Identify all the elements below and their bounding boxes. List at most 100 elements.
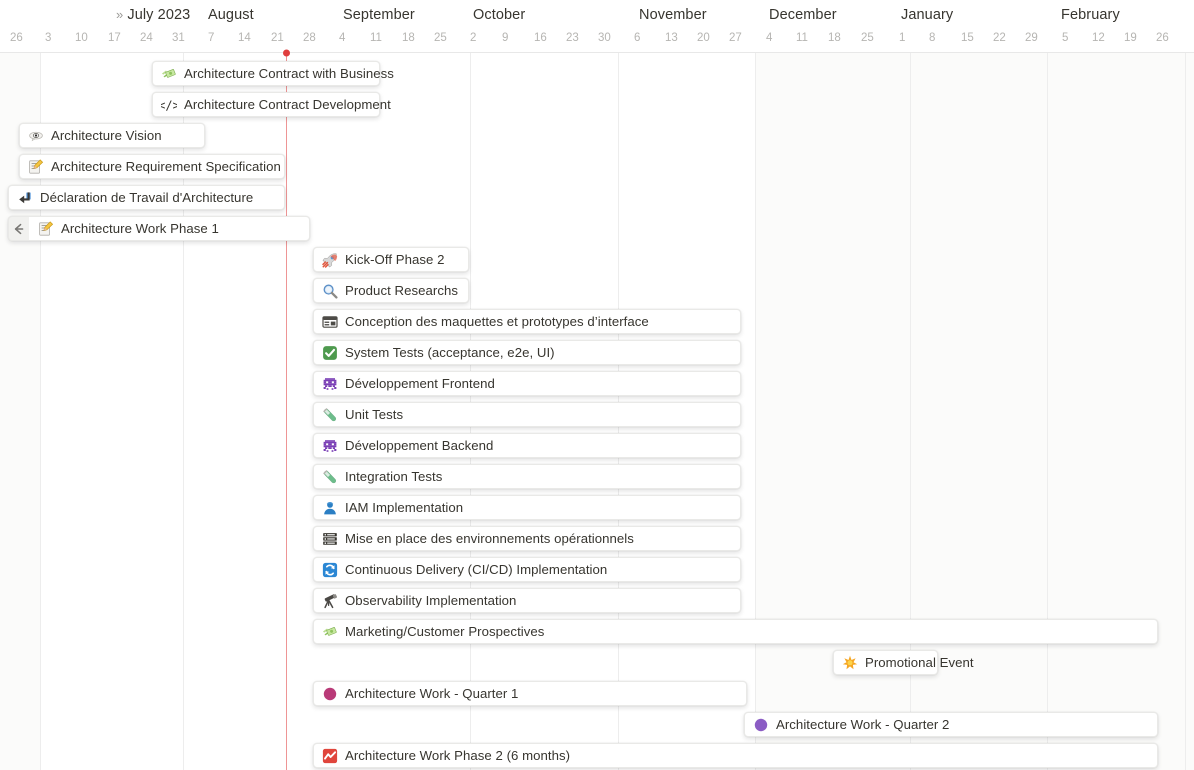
gantt-row: Architecture Requirement Specification — [0, 151, 1194, 182]
gantt-row: Déclaration de Travail d'Architecture — [0, 182, 1194, 213]
task-bar-label: Architecture Work - Quarter 1 — [345, 686, 519, 701]
month-label-text: January — [901, 7, 954, 23]
week-tick-label: 11 — [796, 32, 808, 44]
week-tick-label: 23 — [566, 32, 579, 44]
week-tick-label: 31 — [172, 32, 185, 44]
task-bar[interactable]: Kick-Off Phase 2 — [313, 247, 469, 272]
today-marker-dot — [283, 49, 290, 57]
task-bar[interactable]: System Tests (acceptance, e2e, UI) — [313, 340, 741, 365]
week-tick-label: 20 — [697, 32, 710, 44]
task-bar[interactable]: Conception des maquettes et prototypes d… — [313, 309, 741, 334]
task-bar[interactable]: Architecture Contract with Business — [152, 61, 394, 86]
task-bar-label: Architecture Work Phase 2 (6 months) — [345, 748, 571, 763]
gantt-row: Mise en place des environnements opérati… — [0, 523, 1194, 554]
task-bar[interactable]: IAM Implementation — [313, 495, 741, 520]
money-with-wings-icon — [160, 65, 177, 82]
task-bar[interactable]: Architecture Work Phase 1 — [8, 216, 310, 241]
gantt-row: Integration Tests — [0, 461, 1194, 492]
week-tick-label: 7 — [208, 32, 215, 44]
construction-worker-icon — [321, 499, 338, 516]
purple-circle-icon — [752, 716, 769, 733]
gantt-row: Continuous Delivery (CI/CD) Implementati… — [0, 554, 1194, 585]
week-tick-label: 27 — [729, 32, 742, 44]
week-tick-label: 13 — [665, 32, 678, 44]
gantt-row: Conception des maquettes et prototypes d… — [0, 306, 1194, 337]
week-tick-label: 18 — [402, 32, 415, 44]
task-bar[interactable]: Architecture Work Phase 2 (6 months) — [313, 743, 1158, 768]
week-tick-label: 30 — [598, 32, 611, 44]
month-label: » July 2023 — [116, 7, 190, 23]
week-tick-label: 21 — [271, 32, 284, 44]
week-tick-label: 26 — [1156, 32, 1169, 44]
gantt-row: Architecture Work Phase 2 (6 months) — [0, 740, 1194, 770]
task-bar[interactable]: Architecture Work - Quarter 2 — [744, 712, 1158, 737]
week-tick-label: 4 — [339, 32, 346, 44]
week-tick-label: 17 — [108, 32, 121, 44]
task-bar-label: Architecture Work Phase 1 — [61, 221, 219, 236]
alien-monster-icon — [321, 437, 338, 454]
task-bar[interactable]: Marketing/Customer Prospectives — [313, 619, 1158, 644]
window-frame-icon — [321, 313, 338, 330]
week-tick-label: 8 — [929, 32, 936, 44]
week-tick-label: 3 — [45, 32, 52, 44]
task-bar[interactable]: Déclaration de Travail d'Architecture — [8, 185, 285, 210]
task-bar[interactable]: Architecture Requirement Specification — [19, 154, 285, 179]
task-bar-label: Mise en place des environnements opérati… — [345, 531, 634, 546]
telescope-icon — [321, 592, 338, 609]
task-bar[interactable]: Mise en place des environnements opérati… — [313, 526, 741, 551]
rocket-icon — [321, 251, 338, 268]
gantt-row: Product Researchs — [0, 275, 1194, 306]
task-bar[interactable]: Architecture Vision — [19, 123, 205, 148]
task-bar[interactable]: Développement Frontend — [313, 371, 741, 396]
week-tick-label: 4 — [766, 32, 773, 44]
gantt-row: Marketing/Customer Prospectives — [0, 616, 1194, 647]
month-label: August — [208, 7, 254, 23]
week-tick-label: 29 — [1025, 32, 1038, 44]
week-tick-label: 15 — [961, 32, 974, 44]
month-label-text: October — [473, 7, 526, 23]
task-bar[interactable]: Promotional Event — [833, 650, 974, 675]
task-bar[interactable]: Continuous Delivery (CI/CD) Implementati… — [313, 557, 741, 582]
gantt-row: Architecture Work Phase 1 — [0, 213, 1194, 244]
week-tick-label: 25 — [434, 32, 447, 44]
glowing-star-icon — [841, 654, 858, 671]
gantt-row: IAM Implementation — [0, 492, 1194, 523]
task-bar-label: Promotional Event — [865, 655, 974, 670]
scroll-back-chevrons-icon[interactable]: » — [116, 7, 123, 22]
collapse-left-arrow-icon[interactable] — [8, 216, 29, 241]
month-label-text: February — [1061, 7, 1120, 23]
task-bar[interactable]: Observability Implementation — [313, 588, 741, 613]
gantt-chart-view[interactable]: » July 2023 August September October November… — [0, 0, 1194, 770]
task-bar-label: Architecture Work - Quarter 2 — [776, 717, 950, 732]
week-tick-label: 24 — [140, 32, 153, 44]
task-bar[interactable]: Integration Tests — [313, 464, 741, 489]
task-bar-label: Déclaration de Travail d'Architecture — [40, 190, 254, 205]
test-tube-icon — [321, 406, 338, 423]
task-bar[interactable]: Unit Tests — [313, 402, 741, 427]
task-bar[interactable]: Architecture Work - Quarter 1 — [313, 681, 747, 706]
gantt-rows[interactable]: Architecture Contract with Business </> Ar… — [0, 53, 1194, 770]
week-tick-label: 19 — [1124, 32, 1137, 44]
task-bar[interactable]: Product Researchs — [313, 278, 469, 303]
timeline-header: » July 2023 August September October November… — [0, 0, 1194, 53]
task-bar[interactable]: </> Architecture Contract Development — [152, 92, 391, 117]
task-bar-label: Architecture Requirement Specification — [51, 159, 281, 174]
gantt-row: Unit Tests — [0, 399, 1194, 430]
task-bar-label: Développement Backend — [345, 438, 494, 453]
test-tube-icon — [321, 468, 338, 485]
week-tick-label: 2 — [470, 32, 477, 44]
month-label-text: September — [343, 7, 415, 23]
task-bar-label: Continuous Delivery (CI/CD) Implementati… — [345, 562, 608, 577]
week-tick-label: 11 — [370, 32, 382, 44]
month-label: November — [639, 7, 707, 23]
month-label: December — [769, 7, 837, 23]
task-bar-label: Conception des maquettes et prototypes d… — [345, 314, 649, 329]
magenta-circle-icon — [321, 685, 338, 702]
code-brackets-icon: </> — [160, 96, 177, 113]
task-bar[interactable]: Développement Backend — [313, 433, 741, 458]
month-label-text: August — [208, 7, 254, 23]
task-bar-label: Architecture Vision — [51, 128, 162, 143]
svg-text:</>: </> — [161, 98, 177, 112]
month-label: February — [1061, 7, 1120, 23]
alien-monster-icon — [321, 375, 338, 392]
